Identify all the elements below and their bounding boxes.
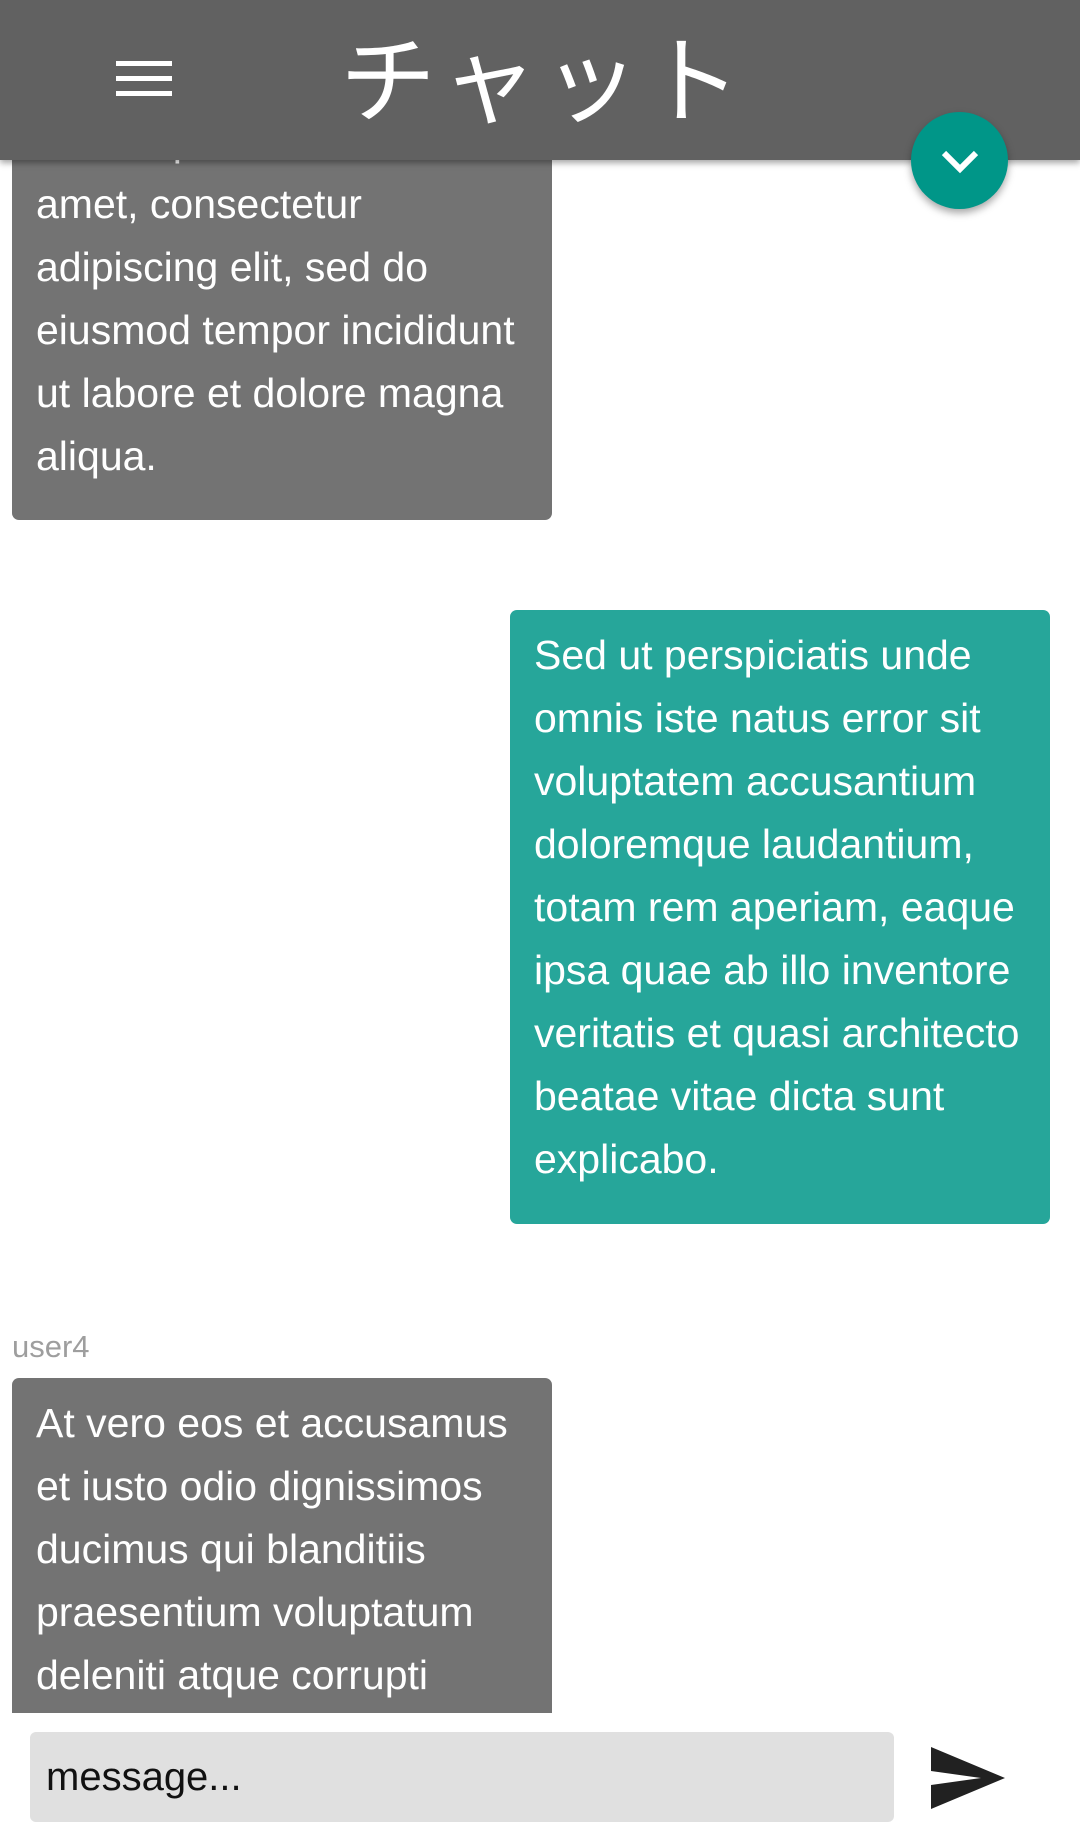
- message-sender-name: user4: [12, 1329, 90, 1364]
- message-bubble-sent: Sed ut perspiciatis unde omnis iste natu…: [510, 610, 1050, 1224]
- message-bubble-received: At vero eos et accusamus et iusto odio d…: [12, 1378, 552, 1713]
- scroll-to-bottom-button[interactable]: [911, 112, 1008, 209]
- message-input[interactable]: [30, 1732, 894, 1822]
- page-title: チャット: [340, 26, 748, 138]
- chevron-down-icon: [941, 150, 978, 173]
- menu-button[interactable]: [100, 40, 188, 118]
- hamburger-menu-icon: [116, 61, 172, 96]
- send-button[interactable]: [918, 1730, 1018, 1826]
- message-list[interactable]: Lorem ipsum dolor sit amet, consectetur …: [0, 0, 1080, 1713]
- message-composer: [0, 1713, 1080, 1841]
- send-icon: [931, 1747, 1005, 1809]
